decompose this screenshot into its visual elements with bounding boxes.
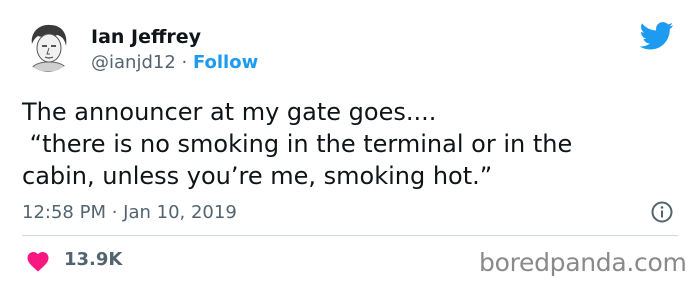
heart-icon[interactable]	[26, 250, 50, 272]
watermark: boredpanda.com	[479, 248, 687, 277]
user-handle[interactable]: @ianjd12	[91, 52, 176, 73]
tweet-card: Ian Jeffrey @ianjd12 · Follow The announ…	[0, 0, 700, 288]
display-name[interactable]: Ian Jeffrey	[91, 26, 201, 48]
separator: ·	[175, 52, 193, 73]
avatar[interactable]	[22, 20, 74, 72]
info-icon[interactable]	[650, 200, 674, 224]
tweet-timestamp[interactable]: 12:58 PM · Jan 10, 2019	[22, 202, 237, 223]
tweet-text: The announcer at my gate goes.... “there…	[22, 98, 573, 190]
follow-button[interactable]: Follow	[193, 52, 258, 73]
like-count[interactable]: 13.9K	[64, 249, 122, 270]
divider	[22, 235, 678, 236]
handle-row: @ianjd12 · Follow	[91, 52, 258, 73]
twitter-bird-icon[interactable]	[639, 22, 674, 50]
